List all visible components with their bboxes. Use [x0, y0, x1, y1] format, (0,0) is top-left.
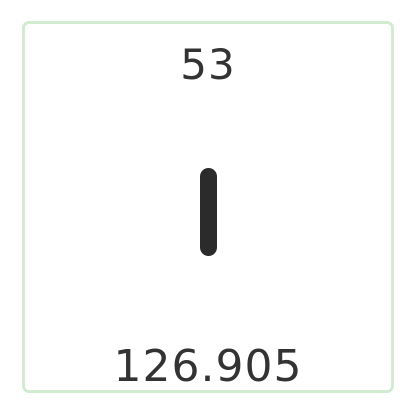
- atomic-number: 53: [180, 40, 236, 89]
- atomic-mass: 126.905: [113, 341, 303, 392]
- element-symbol-glyph: [199, 168, 217, 256]
- element-symbol: I: [25, 162, 391, 262]
- element-tile[interactable]: 53 I 126.905: [22, 21, 394, 393]
